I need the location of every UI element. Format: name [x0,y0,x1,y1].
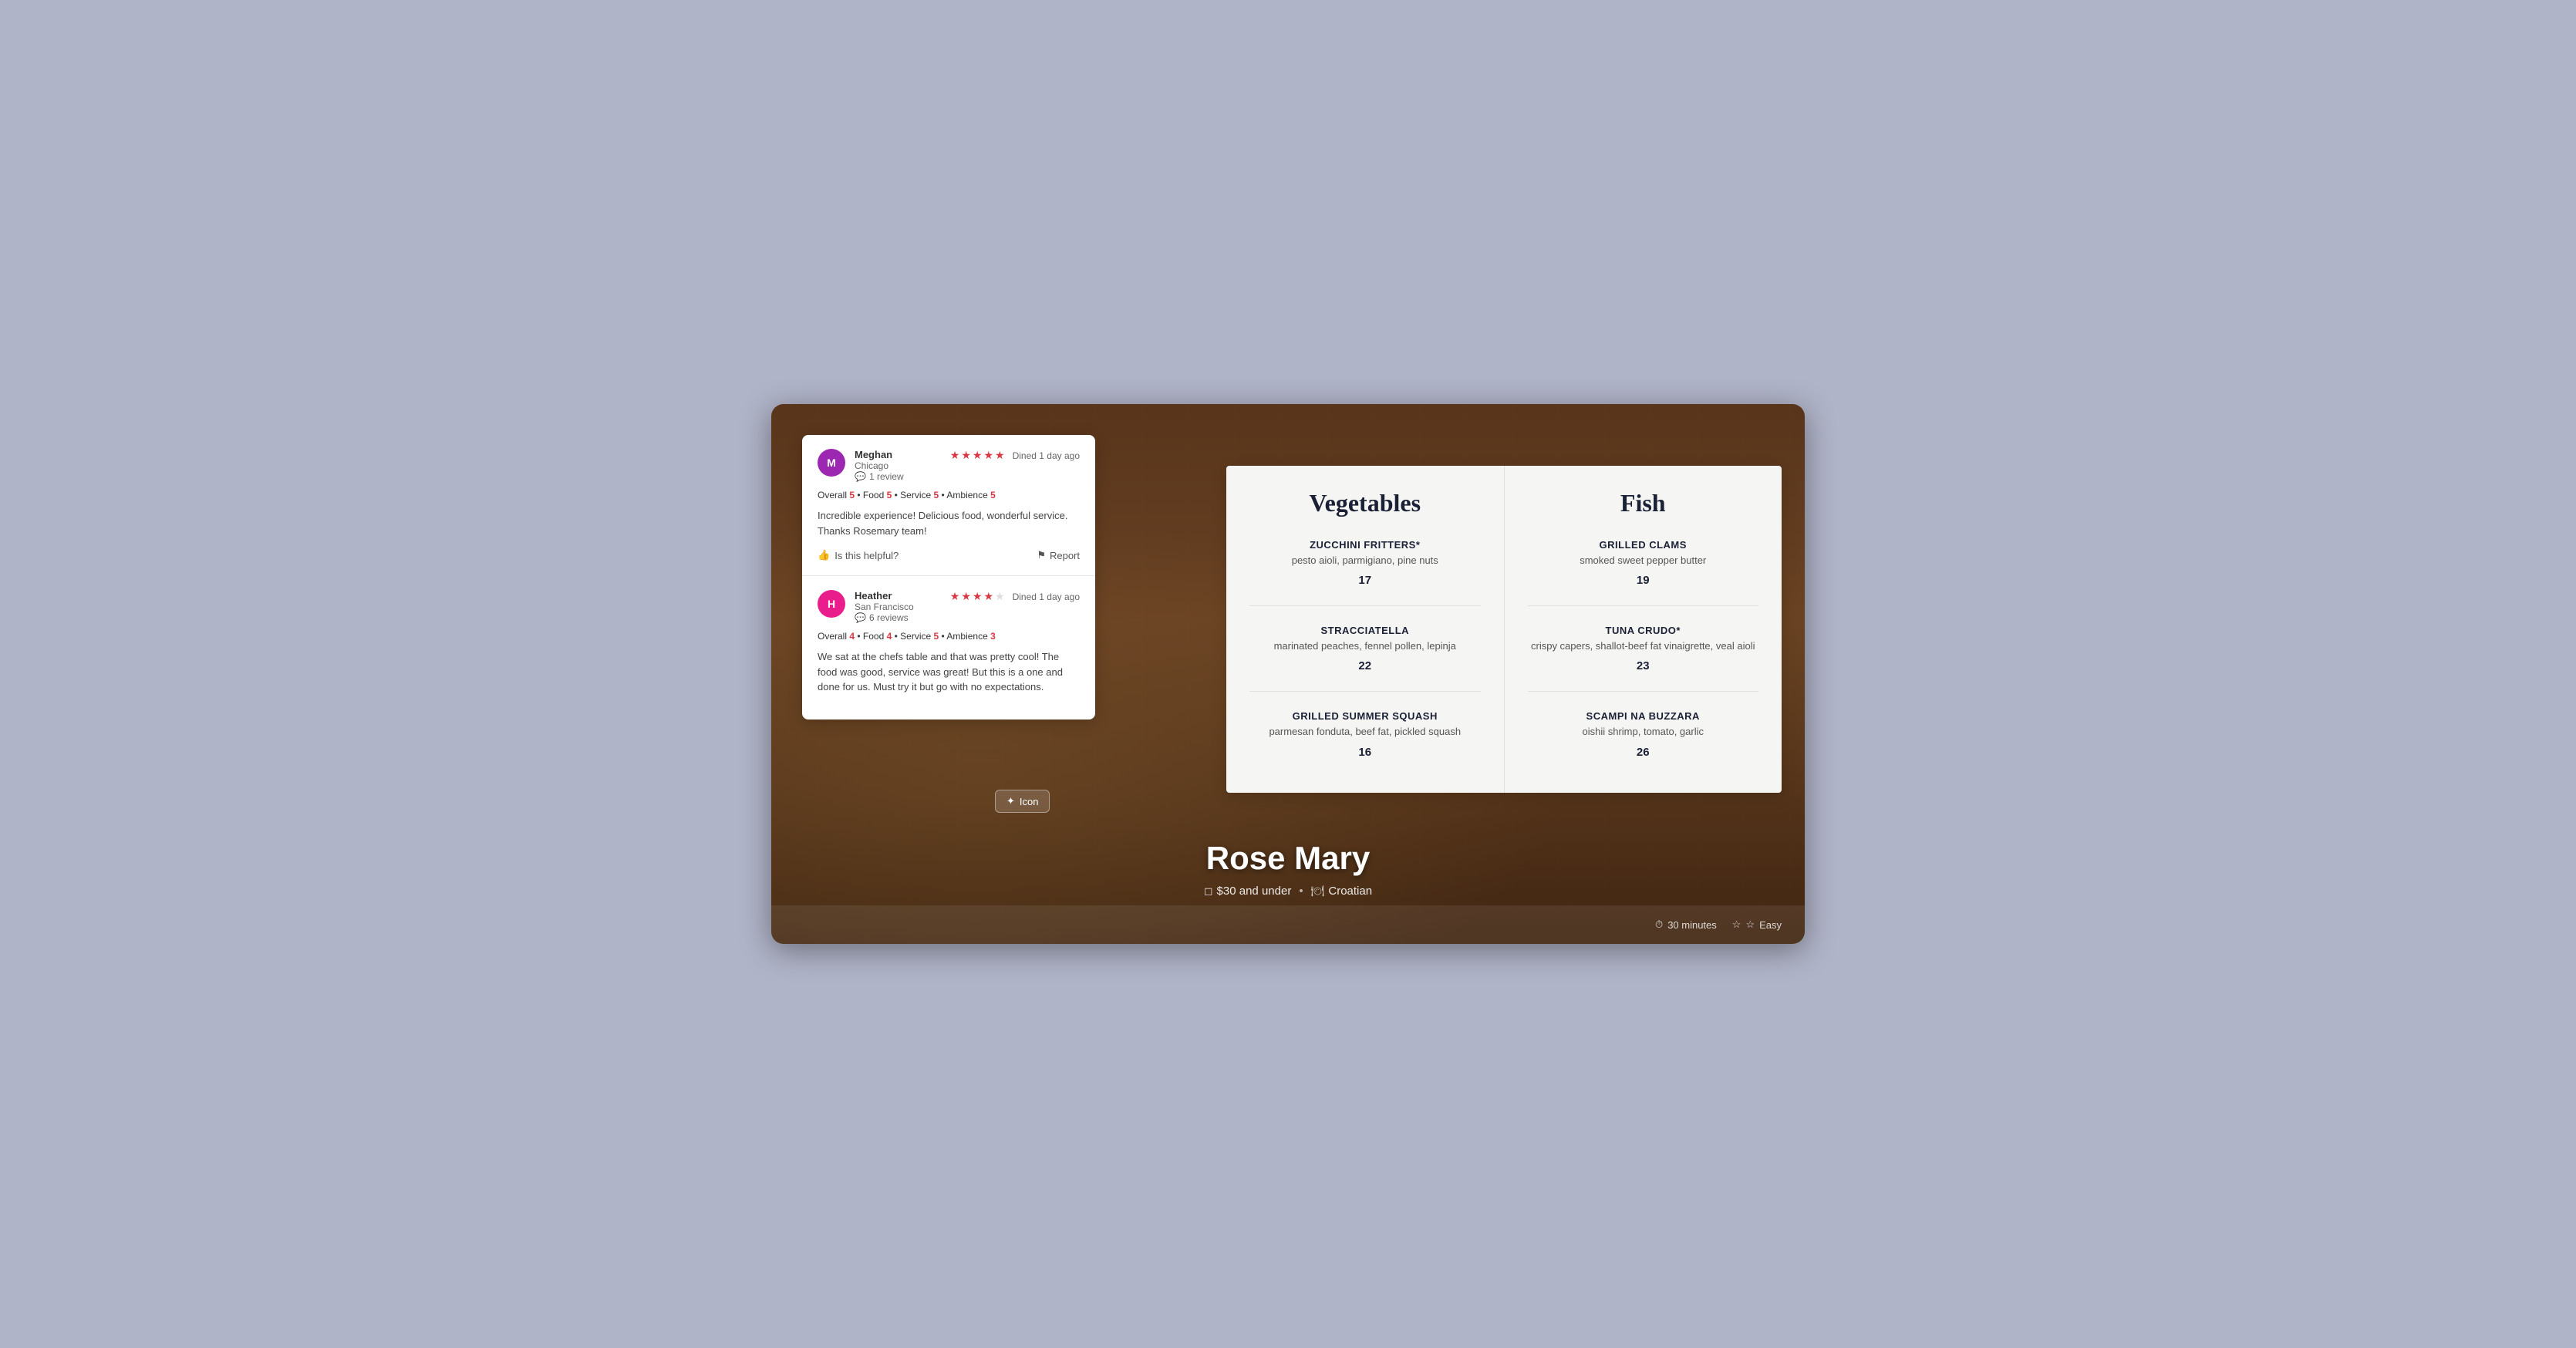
menu-item-price: 16 [1249,746,1481,759]
avatar-meghan: M [818,449,845,477]
menu-item-stracciatella: STRACCIATELLA marinated peaches, fennel … [1249,625,1481,692]
review-text-heather: We sat at the chefs table and that was p… [818,649,1080,695]
price-icon: ◻ [1204,885,1213,898]
review-header: M Meghan Chicago 💬 1 review ★ ★ [818,449,1080,482]
menu-item-name: GRILLED CLAMS [1528,539,1759,551]
bottom-action-difficulty: ☆ ☆ Easy [1732,918,1782,931]
menu-item-desc: crispy capers, shallot-beef fat vinaigre… [1528,639,1759,653]
price-range: ◻ $30 and under [1204,885,1291,898]
restaurant-info: Rose Mary ◻ $30 and under • 🍽 Croatian [1204,840,1372,898]
reviewer-reviews: 💬 1 review [855,471,941,482]
icon-badge[interactable]: ✦ Icon [995,790,1050,813]
restaurant-name: Rose Mary [1204,840,1372,877]
menu-item-desc: pesto aioli, parmigiano, pine nuts [1249,554,1481,568]
menu-item-squash: GRILLED SUMMER SQUASH parmesan fonduta, … [1249,710,1481,777]
menu-item-desc: oishii shrimp, tomato, garlic [1528,725,1759,739]
menu-item-price: 19 [1528,574,1759,587]
reviewer-info-meghan: Meghan Chicago 💬 1 review [855,449,941,482]
menu-card: Vegetables ZUCCHINI FRITTERS* pesto aiol… [1226,466,1782,793]
sparkle-icon: ✦ [1006,795,1015,807]
dined-time-heather: Dined 1 day ago [1013,591,1080,602]
menu-item-zucchini: ZUCCHINI FRITTERS* pesto aioli, parmigia… [1249,539,1481,606]
menu-item-name: STRACCIATELLA [1249,625,1481,636]
reviewer-reviews-heather: 💬 6 reviews [855,612,941,623]
menu-item-desc: smoked sweet pepper butter [1528,554,1759,568]
cuisine-type: 🍽 Croatian [1311,885,1372,898]
icon-badge-label: Icon [1020,796,1039,807]
menu-item-price: 17 [1249,574,1481,587]
menu-item-desc: parmesan fonduta, beef fat, pickled squa… [1249,725,1481,739]
menu-item-desc: marinated peaches, fennel pollen, lepinj… [1249,639,1481,653]
menu-item-name: SCAMPI NA BUZZARA [1528,710,1759,722]
reviewer-info-heather: Heather San Francisco 💬 6 reviews [855,590,941,623]
menu-section-title-vegetables: Vegetables [1249,489,1481,517]
star-rating-heather: ★ ★ ★ ★ ★ [950,590,1005,603]
menu-item-scampi: SCAMPI NA BUZZARA oishii shrimp, tomato,… [1528,710,1759,777]
cuisine-icon: 🍽 [1311,885,1325,898]
review-item-meghan: M Meghan Chicago 💬 1 review ★ ★ [802,435,1095,575]
dot-separator: • [1299,885,1303,898]
review-item-heather: H Heather San Francisco 💬 6 reviews ★ ★ [802,575,1095,719]
review-scores-heather: Overall 4 • Food 4 • Service 5 • Ambienc… [818,631,1080,642]
menu-item-name: ZUCCHINI FRITTERS* [1249,539,1481,551]
restaurant-meta: ◻ $30 and under • 🍽 Croatian [1204,885,1372,898]
review-rating-section: ★ ★ ★ ★ ★ Dined 1 day ago [950,449,1080,467]
thumbsup-icon: 👍 [818,549,830,561]
report-button[interactable]: ⚑ Report [1037,549,1080,561]
menu-item-tuna: TUNA CRUDO* crispy capers, shallot-beef … [1528,625,1759,692]
reviewer-location: Chicago [855,460,941,471]
menu-item-clams: GRILLED CLAMS smoked sweet pepper butter… [1528,539,1759,606]
flag-icon: ⚑ [1037,549,1046,561]
helpful-button[interactable]: 👍 Is this helpful? [818,549,899,561]
menu-column-vegetables: Vegetables ZUCCHINI FRITTERS* pesto aiol… [1226,466,1504,793]
star-rating: ★ ★ ★ ★ ★ [950,449,1005,462]
review-text: Incredible experience! Delicious food, w… [818,508,1080,538]
review-meta: ★ ★ ★ ★ ★ Dined 1 day ago [950,449,1080,462]
menu-item-price: 23 [1528,659,1759,672]
menu-item-price: 26 [1528,746,1759,759]
review-rating-section-heather: ★ ★ ★ ★ ★ Dined 1 day ago [950,590,1080,608]
menu-item-name: TUNA CRUDO* [1528,625,1759,636]
review-scores: Overall 5 • Food 5 • Service 5 • Ambienc… [818,490,1080,500]
star-easy-icon: ☆ [1732,918,1741,931]
menu-column-fish: Fish GRILLED CLAMS smoked sweet pepper b… [1504,466,1782,793]
reviewer-name: Meghan [855,449,941,460]
menu-item-price: 22 [1249,659,1481,672]
screen-wrapper: M Meghan Chicago 💬 1 review ★ ★ [771,404,1805,944]
clock-icon: ⏱ [1655,918,1663,931]
avatar-heather: H [818,590,845,618]
menu-item-name: GRILLED SUMMER SQUASH [1249,710,1481,722]
review-header-heather: H Heather San Francisco 💬 6 reviews ★ ★ [818,590,1080,623]
reviewer-name-heather: Heather [855,590,941,602]
bottom-bar: ⏱ 30 minutes ☆ ☆ Easy [771,905,1805,944]
dined-time: Dined 1 day ago [1013,450,1080,461]
review-meta-heather: ★ ★ ★ ★ ★ Dined 1 day ago [950,590,1080,603]
menu-section-title-fish: Fish [1528,489,1759,517]
review-actions: 👍 Is this helpful? ⚑ Report [818,549,1080,561]
easy-icon-2: ☆ [1745,918,1755,931]
reviews-card: M Meghan Chicago 💬 1 review ★ ★ [802,435,1095,719]
reviewer-location-heather: San Francisco [855,602,941,612]
bottom-action-time: ⏱ 30 minutes [1655,918,1717,931]
